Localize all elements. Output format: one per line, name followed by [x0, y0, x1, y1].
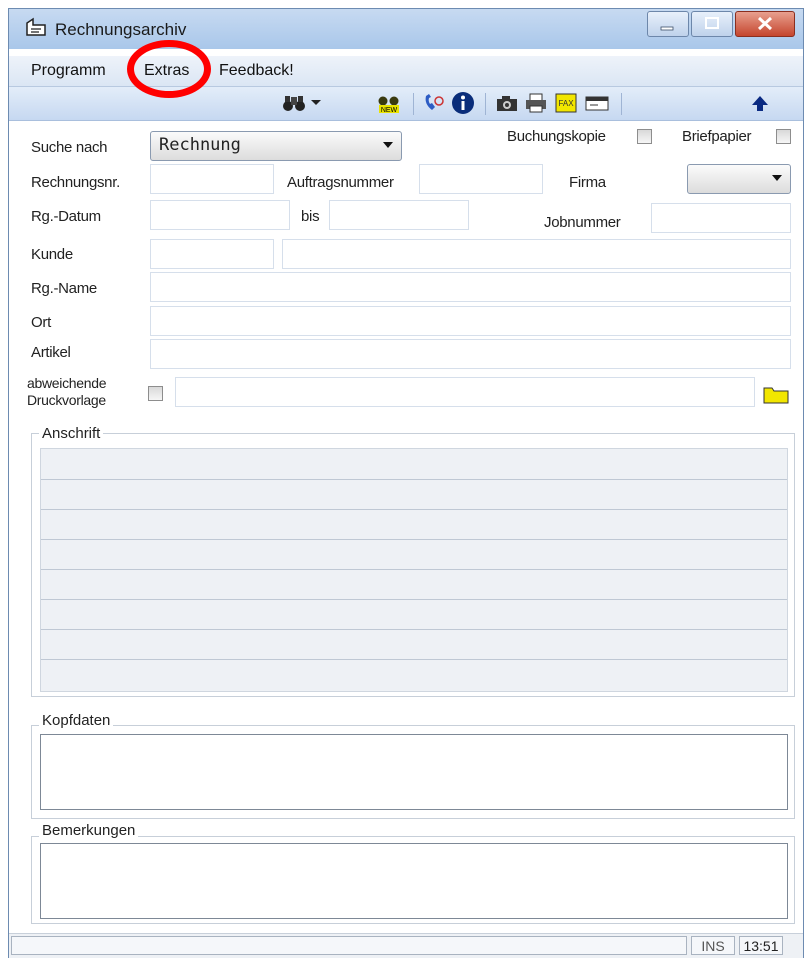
printer-icon [526, 93, 546, 113]
address-line [41, 569, 787, 570]
menu-extras[interactable]: Extras [144, 62, 189, 80]
firma-label: Firma [569, 174, 606, 191]
search-button[interactable] [281, 91, 307, 115]
address-line [41, 509, 787, 510]
kopfdaten-group [31, 725, 795, 819]
new-search-button[interactable]: NEW [375, 91, 403, 115]
camera-button[interactable] [494, 91, 520, 115]
briefpapier-checkbox[interactable] [776, 129, 791, 144]
kunde-name-field[interactable] [282, 239, 791, 269]
fax-button[interactable]: FAX [553, 91, 579, 115]
up-arrow-icon [752, 96, 768, 111]
menu-bar: Programm Extras Feedback! [9, 56, 803, 87]
kopfdaten-legend: Kopfdaten [39, 712, 114, 729]
rg-datum-to-field[interactable] [329, 200, 469, 230]
address-line [41, 629, 787, 630]
binoculars-icon [283, 96, 305, 111]
menu-feedback[interactable]: Feedback! [219, 62, 294, 80]
auftragsnummer-field[interactable] [419, 164, 543, 194]
chevron-down-icon [772, 175, 782, 181]
address-line [41, 479, 787, 480]
kunde-nr-field[interactable] [150, 239, 274, 269]
anschrift-area[interactable] [40, 448, 788, 692]
druckvorlage-label: Druckvorlage [27, 392, 106, 408]
info-button[interactable] [450, 91, 476, 115]
chevron-down-icon [383, 142, 393, 148]
window-title: Rechnungsarchiv [55, 20, 187, 39]
auftragsnummer-label: Auftragsnummer [287, 174, 394, 191]
minimize-button[interactable] [647, 11, 689, 37]
camera-icon [497, 96, 517, 111]
maximize-icon [705, 17, 719, 29]
buchungskopie-label: Buchungskopie [507, 128, 606, 145]
briefpapier-label: Briefpapier [682, 128, 752, 145]
maximize-button[interactable] [691, 11, 733, 37]
bis-label: bis [301, 208, 320, 225]
close-icon [757, 16, 773, 31]
up-button[interactable] [747, 91, 773, 115]
window-controls [645, 11, 795, 39]
menu-programm[interactable]: Programm [31, 62, 106, 80]
folder-icon [763, 387, 789, 404]
rg-datum-from-field[interactable] [150, 200, 290, 230]
print-button[interactable] [523, 91, 549, 115]
toolbar-separator [413, 93, 414, 115]
rechnungsnr-label: Rechnungsnr. [31, 174, 120, 191]
app-window: Rechnungsarchiv Programm Extras Feedback… [8, 8, 804, 958]
bemerkungen-group [31, 836, 795, 924]
svg-text:FAX: FAX [558, 99, 574, 108]
artikel-label: Artikel [31, 344, 71, 361]
clock: 13:51 [739, 936, 783, 955]
anschrift-group [31, 433, 795, 697]
address-line [41, 599, 787, 600]
info-icon [452, 92, 474, 114]
browse-button[interactable] [759, 379, 793, 409]
toolbar-separator [485, 93, 486, 115]
minimize-icon [660, 26, 674, 31]
svg-text:NEW: NEW [381, 107, 398, 114]
status-message-panel [11, 936, 687, 955]
jobnummer-field[interactable] [651, 203, 791, 233]
buchungskopie-checkbox[interactable] [637, 129, 652, 144]
address-line [41, 539, 787, 540]
toolbar-separator [621, 93, 622, 115]
app-icon [26, 17, 46, 36]
dropdown-arrow-icon [311, 100, 321, 105]
ort-label: Ort [31, 314, 51, 331]
new-search-icon: NEW [378, 96, 399, 114]
kopfdaten-field[interactable] [40, 734, 788, 810]
title-bar: Rechnungsarchiv [9, 9, 803, 49]
email-icon [585, 96, 609, 111]
rg-name-label: Rg.-Name [31, 280, 97, 297]
druckvorlage-checkbox[interactable] [148, 386, 163, 401]
kunde-label: Kunde [31, 246, 73, 263]
phone-button[interactable] [421, 91, 447, 115]
email-button[interactable] [583, 91, 611, 115]
bemerkungen-field[interactable] [40, 843, 788, 919]
close-button[interactable] [735, 11, 795, 37]
search-type-value: Rechnung [159, 135, 241, 155]
bemerkungen-legend: Bemerkungen [39, 822, 139, 839]
rg-name-field[interactable] [150, 272, 791, 302]
search-type-select[interactable]: Rechnung [150, 131, 402, 161]
toolbar: NEW FAX [9, 87, 803, 121]
firma-select[interactable] [687, 164, 791, 194]
anschrift-legend: Anschrift [39, 425, 104, 442]
address-line [41, 659, 787, 660]
abweichende-label: abweichende [27, 375, 107, 391]
insert-mode-indicator: INS [691, 936, 735, 955]
phone-icon [425, 94, 444, 110]
fax-icon: FAX [555, 93, 577, 113]
druckvorlage-field[interactable] [175, 377, 755, 407]
ort-field[interactable] [150, 306, 791, 336]
rg-datum-label: Rg.-Datum [31, 208, 101, 225]
search-type-label: Suche nach [31, 139, 108, 156]
rechnungsnr-field[interactable] [150, 164, 274, 194]
artikel-field[interactable] [150, 339, 791, 369]
status-bar: INS 13:51 [9, 933, 803, 958]
jobnummer-label: Jobnummer [544, 214, 621, 231]
search-dropdown-button[interactable] [309, 91, 323, 115]
